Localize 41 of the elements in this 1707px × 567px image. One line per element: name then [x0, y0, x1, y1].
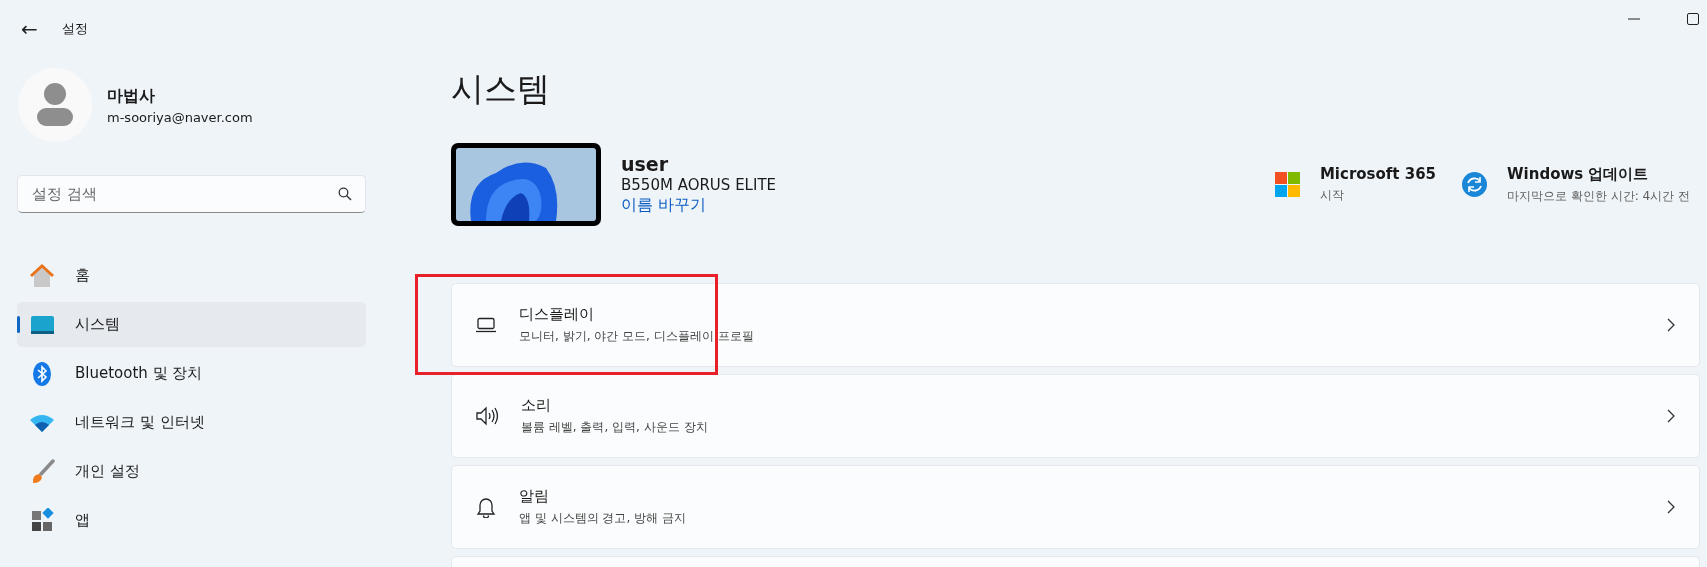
speaker-icon: [475, 406, 499, 426]
chevron-right-icon: [1667, 500, 1675, 514]
sidebar-item[interactable]: 네트워크 및 인터넷: [17, 400, 366, 445]
card-subtitle: 모니터, 밝기, 야간 모드, 디스플레이 프로필: [519, 328, 755, 345]
account-email: m-sooriya@naver.com: [107, 109, 253, 125]
page-title: 시스템: [451, 69, 551, 109]
link-title[interactable]: Windows 업데이트: [1507, 164, 1690, 184]
house-icon: [29, 263, 55, 288]
back-button[interactable]: ←: [17, 17, 42, 41]
link-subtitle: 마지막으로 확인한 시간: 4시간 전: [1507, 187, 1690, 205]
device-name: user: [621, 153, 670, 175]
card-title: 디스플레이: [519, 305, 595, 324]
link-subtitle: 시작: [1319, 187, 1345, 204]
apps-icon: [29, 507, 55, 534]
device-model: B550M AORUS ELITE: [621, 176, 777, 194]
avatar-icon: [17, 67, 93, 143]
chevron-right-icon: [1667, 318, 1675, 332]
settings-card[interactable]: 소리 볼륨 레벨, 출력, 입력, 사운드 장치: [451, 374, 1700, 458]
laptop-icon: [475, 317, 497, 333]
card-subtitle: 볼륨 레벨, 출력, 입력, 사운드 장치: [521, 419, 709, 436]
settings-card[interactable]: 알림 앱 및 시스템의 경고, 방해 금지: [451, 465, 1700, 549]
sidebar-item[interactable]: 앱: [17, 498, 366, 543]
sidebar-item[interactable]: 시스템: [17, 302, 366, 347]
search-icon: [338, 187, 352, 201]
rename-link[interactable]: 이름 바꾸기: [621, 195, 777, 216]
maximize-icon[interactable]: [1687, 13, 1699, 25]
chevron-right-icon: [1667, 409, 1675, 423]
search-field[interactable]: 설정 검색: [17, 175, 366, 213]
card-title: 소리: [521, 396, 552, 415]
sidebar-item[interactable]: 홈: [17, 253, 366, 298]
card-title: 알림: [519, 487, 550, 506]
card-subtitle: 앱 및 시스템의 경고, 방해 금지: [519, 510, 687, 527]
bell-icon: [475, 496, 497, 518]
settings-card[interactable]: 디스플레이 모니터, 밝기, 야간 모드, 디스플레이 프로필: [451, 283, 1700, 367]
window-title: 설정: [61, 20, 88, 38]
sidebar-item[interactable]: Bluetooth 및 장치: [17, 351, 366, 396]
refresh-icon[interactable]: [1462, 172, 1488, 197]
account-name: 마법사: [107, 85, 156, 107]
link-title[interactable]: Microsoft 365: [1319, 165, 1437, 183]
four-squares-icon[interactable]: [1274, 172, 1300, 197]
sidebar-item[interactable]: 개인 설정: [17, 449, 366, 494]
